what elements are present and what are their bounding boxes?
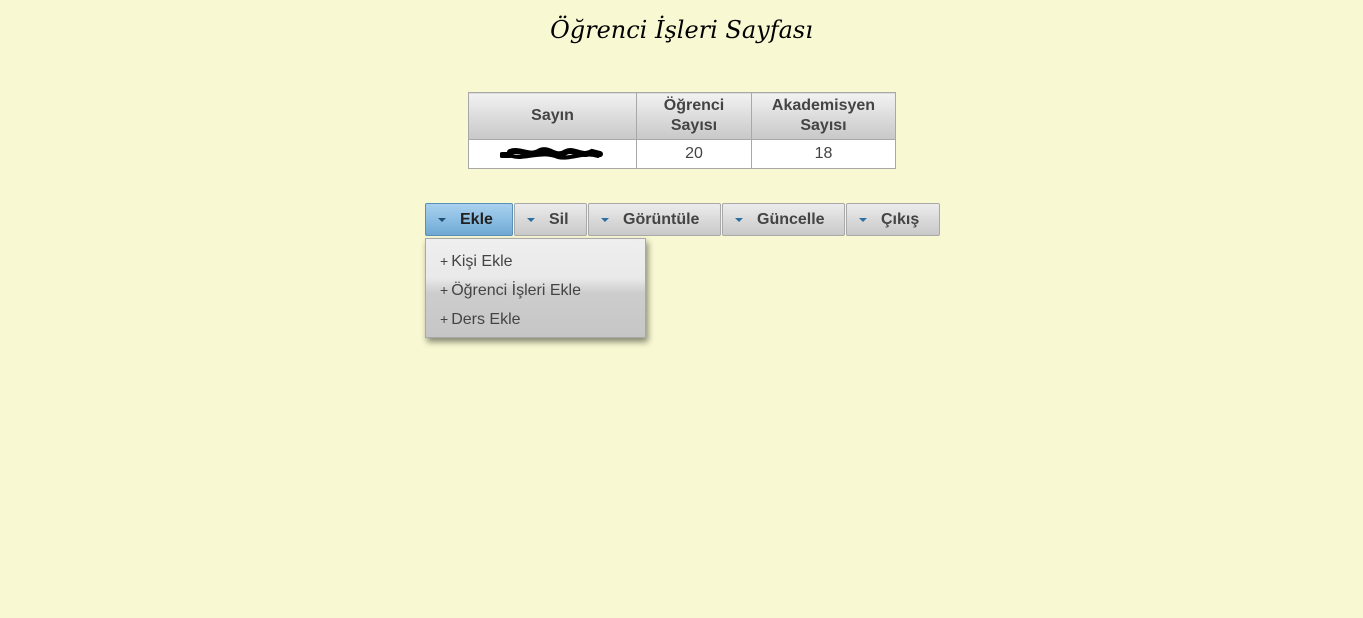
header-sayin: Sayın	[468, 92, 637, 140]
redaction-scribble	[499, 146, 603, 160]
academic-count-cell: 18	[751, 139, 896, 169]
menu-ekle-button[interactable]: Ekle	[425, 203, 513, 236]
caret-down-icon	[601, 217, 609, 222]
menu-ekle-label: Ekle	[460, 210, 493, 228]
menu-sil-label: Sil	[549, 210, 569, 228]
header-akademisyen-sayisi: Akademisyen Sayısı	[751, 92, 896, 140]
dropdown-item-ogrenci-isleri-ekle[interactable]: + Öğrenci İşleri Ekle	[426, 276, 645, 305]
dropdown-item-label: Ders Ekle	[451, 311, 521, 328]
dropdown-item-label: Kişi Ekle	[451, 253, 513, 270]
menu-cikis-label: Çıkış	[881, 210, 920, 228]
plus-icon: +	[440, 253, 449, 269]
dropdown-item-ders-ekle[interactable]: + Ders Ekle	[426, 305, 645, 334]
table-row: 20 18	[468, 139, 896, 169]
dropdown-item-label: Öğrenci İşleri Ekle	[451, 282, 582, 299]
dropdown-item-kisi-ekle[interactable]: + Kişi Ekle	[426, 247, 645, 276]
menu-goruntule-button[interactable]: Görüntüle	[588, 203, 721, 236]
menubar: Ekle Sil Görüntüle Güncelle Çıkış	[425, 203, 941, 236]
menu-guncelle-button[interactable]: Güncelle	[722, 203, 845, 236]
caret-down-icon	[859, 217, 867, 222]
menu-sil-button[interactable]: Sil	[514, 203, 587, 236]
caret-down-icon	[527, 217, 535, 222]
menu-cikis-button[interactable]: Çıkış	[846, 203, 940, 236]
menu-guncelle-label: Güncelle	[757, 210, 825, 228]
menu-goruntule-label: Görüntüle	[623, 210, 700, 228]
user-name-redacted	[468, 139, 637, 169]
stats-table: Sayın Öğrenci Sayısı Akademisyen Sayısı …	[468, 92, 896, 169]
header-ogrenci-sayisi: Öğrenci Sayısı	[636, 92, 752, 140]
caret-down-icon	[438, 217, 446, 222]
page-title: Öğrenci İşleri Sayfası	[550, 16, 813, 44]
caret-down-icon	[735, 217, 743, 222]
table-header-row: Sayın Öğrenci Sayısı Akademisyen Sayısı	[468, 92, 896, 140]
ekle-dropdown-menu: + Kişi Ekle + Öğrenci İşleri Ekle + Ders…	[425, 238, 646, 338]
plus-icon: +	[440, 282, 449, 298]
plus-icon: +	[440, 311, 449, 327]
student-count-cell: 20	[636, 139, 752, 169]
